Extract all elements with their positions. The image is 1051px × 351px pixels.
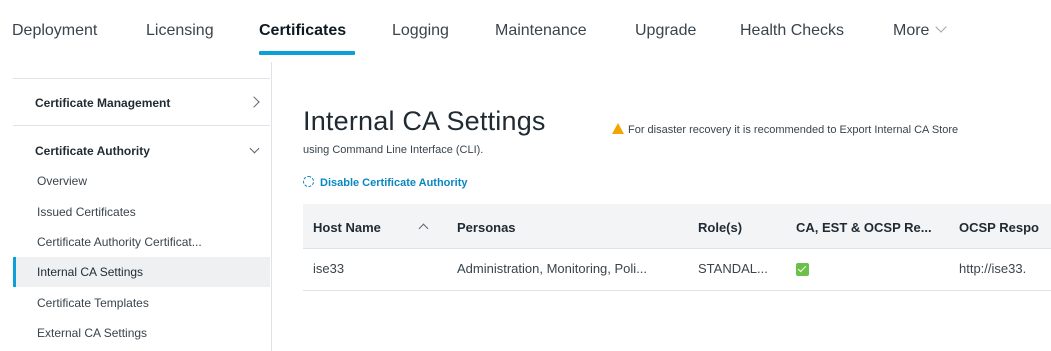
cell-roles: STANDAL... xyxy=(698,261,768,276)
tab-maintenance[interactable]: Maintenance xyxy=(495,22,587,40)
disable-ca-link[interactable]: Disable Certificate Authority xyxy=(303,175,468,189)
table-row[interactable]: ise33 Administration, Monitoring, Poli..… xyxy=(303,249,1051,291)
column-header-ca-est-ocsp[interactable]: CA, EST & OCSP Re... xyxy=(796,220,932,235)
active-tab-indicator xyxy=(259,51,355,55)
column-header-host-name[interactable]: Host Name xyxy=(313,220,381,235)
table-header: Host Name Personas Role(s) CA, EST & OCS… xyxy=(303,204,1051,249)
sidebar: Certificate Management Certificate Autho… xyxy=(13,62,272,351)
tab-certificates[interactable]: Certificates xyxy=(259,22,346,40)
cell-host-name: ise33 xyxy=(313,261,345,276)
sidebar-item-ca-certificates[interactable]: Certificate Authority Certificat... xyxy=(37,235,202,249)
cell-personas: Administration, Monitoring, Poli... xyxy=(457,261,648,276)
tab-more-label: More xyxy=(893,22,930,39)
tab-deployment[interactable]: Deployment xyxy=(12,22,97,40)
chevron-down-icon[interactable] xyxy=(249,143,260,154)
page-title: Internal CA Settings xyxy=(303,106,546,136)
cell-ocsp-responder: http://ise33. xyxy=(959,261,1027,276)
sidebar-item-overview[interactable]: Overview xyxy=(37,174,87,188)
tab-licensing[interactable]: Licensing xyxy=(146,22,214,40)
sidebar-section-certificate-authority[interactable]: Certificate Authority xyxy=(35,144,150,158)
disable-ca-label: Disable Certificate Authority xyxy=(320,177,468,189)
warning-triangle-icon xyxy=(612,123,624,134)
chevron-right-icon[interactable] xyxy=(248,96,260,108)
sidebar-item-certificate-templates[interactable]: Certificate Templates xyxy=(37,296,149,310)
disable-ca-icon xyxy=(303,176,314,187)
sidebar-item-external-ca-settings[interactable]: External CA Settings xyxy=(37,326,147,340)
sidebar-section-certificate-management[interactable]: Certificate Management xyxy=(35,96,170,110)
tab-more[interactable]: More xyxy=(893,21,948,40)
sidebar-selected-indicator xyxy=(13,257,16,287)
chevron-down-icon xyxy=(935,21,948,33)
tab-health-checks[interactable]: Health Checks xyxy=(740,22,844,40)
sort-asc-icon[interactable] xyxy=(418,223,429,234)
tab-upgrade[interactable]: Upgrade xyxy=(635,22,696,40)
column-header-ocsp-responder[interactable]: OCSP Respo xyxy=(959,220,1039,235)
divider xyxy=(13,78,270,79)
column-header-roles[interactable]: Role(s) xyxy=(698,220,742,235)
checkbox-checked-icon xyxy=(796,263,809,276)
sidebar-item-internal-ca-settings[interactable]: Internal CA Settings xyxy=(37,265,143,279)
warning-message: For disaster recovery it is recommended … xyxy=(612,122,958,136)
sidebar-item-issued-certificates[interactable]: Issued Certificates xyxy=(37,205,136,219)
tab-logging[interactable]: Logging xyxy=(392,22,449,40)
warning-text-continued: using Command Line Interface (CLI). xyxy=(303,144,484,156)
top-nav: Deployment Licensing Certificates Loggin… xyxy=(0,0,1051,62)
column-header-personas[interactable]: Personas xyxy=(457,220,516,235)
divider xyxy=(13,125,270,126)
warning-text: For disaster recovery it is recommended … xyxy=(628,124,959,136)
